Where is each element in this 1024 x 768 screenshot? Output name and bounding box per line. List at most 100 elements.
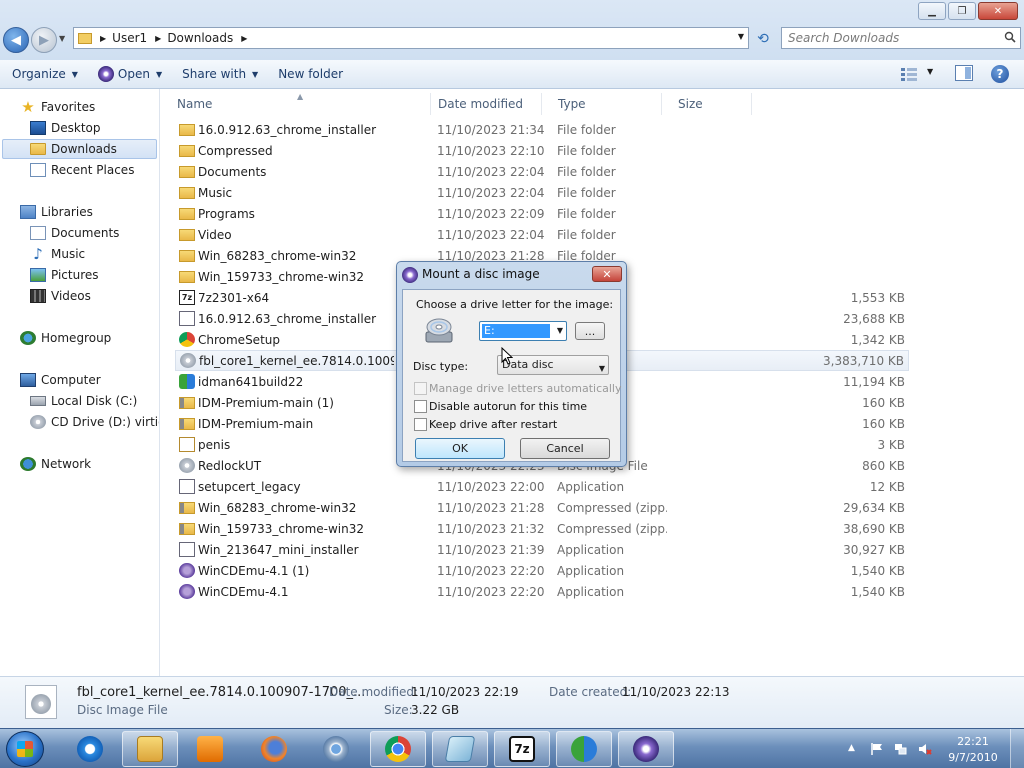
star-icon: ★ [21, 98, 35, 116]
file-size: 860 KB [862, 458, 905, 473]
file-row[interactable]: WinCDEmu-4.1 (1) 11/10/2023 22:20 Applicat… [175, 560, 909, 581]
taskbar-windows-explorer[interactable] [122, 731, 178, 767]
file-date: 11/10/2023 21:32 [437, 521, 545, 536]
file-row[interactable]: Music 11/10/2023 22:04 File folder [175, 182, 909, 203]
preview-pane-icon[interactable] [955, 65, 973, 81]
file-row[interactable]: Documents 11/10/2023 22:04 File folder [175, 161, 909, 182]
column-header-name[interactable]: Name ▲ [161, 92, 431, 115]
taskbar-media-player[interactable] [182, 731, 238, 767]
file-row[interactable]: Win_159733_chrome-win32 11/10/2023 21:32 C… [175, 518, 909, 539]
drive-letter-select[interactable]: E: ▼ [479, 321, 567, 341]
maximize-button[interactable]: ❐ [948, 2, 976, 20]
network-tray-icon[interactable] [894, 742, 908, 756]
share-with-label: Share with [182, 67, 247, 81]
file-type: Compressed (zipp... [557, 500, 667, 515]
file-row[interactable]: 16.0.912.63_chrome_installer 11/10/2023 2… [175, 119, 909, 140]
breadcrumb-separator-icon[interactable]: ▶ [155, 34, 161, 43]
cancel-button[interactable]: Cancel [520, 438, 610, 459]
column-header-type[interactable]: Type [542, 93, 662, 115]
idm-installer-icon [179, 374, 195, 389]
browse-button[interactable]: ... [575, 322, 605, 340]
disc-type-select[interactable]: Data disc ▼ [497, 355, 609, 375]
column-header-date[interactable]: Date modified [422, 93, 542, 115]
close-icon: ✕ [602, 267, 612, 281]
action-center-flag-icon[interactable] [870, 742, 884, 756]
file-row[interactable]: Video 11/10/2023 22:04 File folder [175, 224, 909, 245]
taskbar-chrome[interactable] [370, 731, 426, 767]
network-icon [20, 457, 36, 471]
taskbar-internet-explorer[interactable] [62, 731, 118, 767]
ok-button[interactable]: OK [415, 438, 505, 459]
nav-network[interactable]: Network [20, 454, 91, 474]
file-name: fbl_core1_kernel_ee.7814.0.100907-1700 [199, 353, 394, 368]
nav-homegroup[interactable]: Homegroup [20, 328, 111, 348]
file-row[interactable]: Win_68283_chrome-win32 11/10/2023 21:28 Co… [175, 497, 909, 518]
close-button[interactable]: ✕ [978, 2, 1018, 20]
breadcrumb-user1[interactable]: User1 [112, 31, 147, 45]
back-button[interactable]: ◀ [3, 27, 29, 53]
nav-pictures[interactable]: Pictures [30, 265, 99, 285]
recent-pages-dropdown[interactable]: ▼ [59, 34, 65, 43]
breadcrumb-downloads[interactable]: Downloads [167, 31, 233, 45]
wincdemu-icon [97, 66, 114, 82]
nav-desktop[interactable]: Desktop [30, 118, 101, 138]
system-clock[interactable]: 22:21 9/7/2010 [938, 734, 1008, 766]
open-button[interactable]: Open ▼ [90, 63, 170, 85]
dialog-close-button[interactable]: ✕ [592, 266, 622, 282]
nav-cd-drive[interactable]: CD Drive (D:) virtio-w [30, 412, 159, 432]
taskbar-wincdemu[interactable] [618, 731, 674, 767]
search-icon[interactable] [1004, 31, 1016, 43]
nav-downloads[interactable]: Downloads [2, 139, 157, 159]
taskbar-notepad[interactable] [432, 731, 488, 767]
start-button[interactable] [6, 731, 44, 767]
file-row[interactable]: WinCDEmu-4.1 11/10/2023 22:20 Application 1… [175, 581, 909, 602]
column-header-size[interactable]: Size [662, 93, 752, 115]
help-icon[interactable]: ? [991, 65, 1009, 83]
file-name: setupcert_legacy [198, 479, 301, 494]
nav-favorites[interactable]: ★ Favorites [20, 97, 95, 117]
nav-recent-places[interactable]: Recent Places [30, 160, 134, 180]
file-row[interactable]: Win_213647_mini_installer 11/10/2023 21:3… [175, 539, 909, 560]
file-row[interactable]: Programs 11/10/2023 22:09 File folder [175, 203, 909, 224]
nav-local-disk[interactable]: Local Disk (C:) [30, 391, 137, 411]
pictures-icon [30, 268, 46, 282]
nav-documents[interactable]: Documents [30, 223, 119, 243]
taskbar-idm[interactable] [556, 731, 612, 767]
taskbar-chromium[interactable] [308, 731, 364, 767]
taskbar-firefox[interactable] [246, 731, 302, 767]
taskbar-7zip[interactable]: 7z [494, 731, 550, 767]
disable-autorun-checkbox[interactable] [414, 400, 427, 413]
refresh-button[interactable]: ⟲ [752, 29, 774, 49]
chrome-icon [385, 736, 411, 762]
internet-explorer-icon [77, 736, 103, 762]
nav-music[interactable]: ♪ Music [30, 244, 85, 264]
organize-button[interactable]: Organize ▼ [4, 63, 86, 85]
file-row[interactable]: setupcert_legacy 11/10/2023 22:00 Applicat… [175, 476, 909, 497]
file-row[interactable]: Compressed 11/10/2023 22:10 File folder [175, 140, 909, 161]
nav-videos[interactable]: Videos [30, 286, 91, 306]
chevron-down-icon: ▼ [252, 69, 259, 79]
breadcrumb-separator-icon[interactable]: ▶ [100, 34, 106, 43]
file-name: Win_159733_chrome-win32 [198, 269, 364, 284]
forward-button[interactable]: ▶ [31, 27, 57, 53]
dialog-titlebar[interactable]: Mount a disc image ✕ [397, 262, 626, 288]
file-date: 11/10/2023 22:00 [437, 479, 545, 494]
address-history-dropdown[interactable]: ▼ [738, 32, 744, 41]
nav-computer[interactable]: Computer [20, 370, 101, 390]
breadcrumb-separator-icon[interactable]: ▶ [241, 34, 247, 43]
search-input[interactable]: Search Downloads [781, 27, 1021, 49]
change-view-icon[interactable] [900, 66, 918, 82]
manage-drive-letters-checkbox[interactable] [414, 382, 427, 395]
keep-drive-checkbox[interactable] [414, 418, 427, 431]
show-desktop-button[interactable] [1010, 729, 1024, 768]
show-hidden-icons-button[interactable]: ▲ [848, 743, 855, 753]
share-with-button[interactable]: Share with ▼ [174, 63, 266, 85]
nav-libraries[interactable]: Libraries [20, 202, 93, 222]
drive-letter-label: Choose a drive letter for the image: [416, 298, 614, 311]
address-bar[interactable]: ▶ User1 ▶ Downloads ▶ ▼ [73, 27, 749, 49]
new-folder-button[interactable]: New folder [270, 63, 351, 85]
clock-date: 9/7/2010 [948, 751, 998, 764]
minimize-button[interactable]: ▁ [918, 2, 946, 20]
volume-muted-icon[interactable] [918, 742, 932, 756]
view-options-dropdown[interactable]: ▼ [927, 67, 933, 76]
